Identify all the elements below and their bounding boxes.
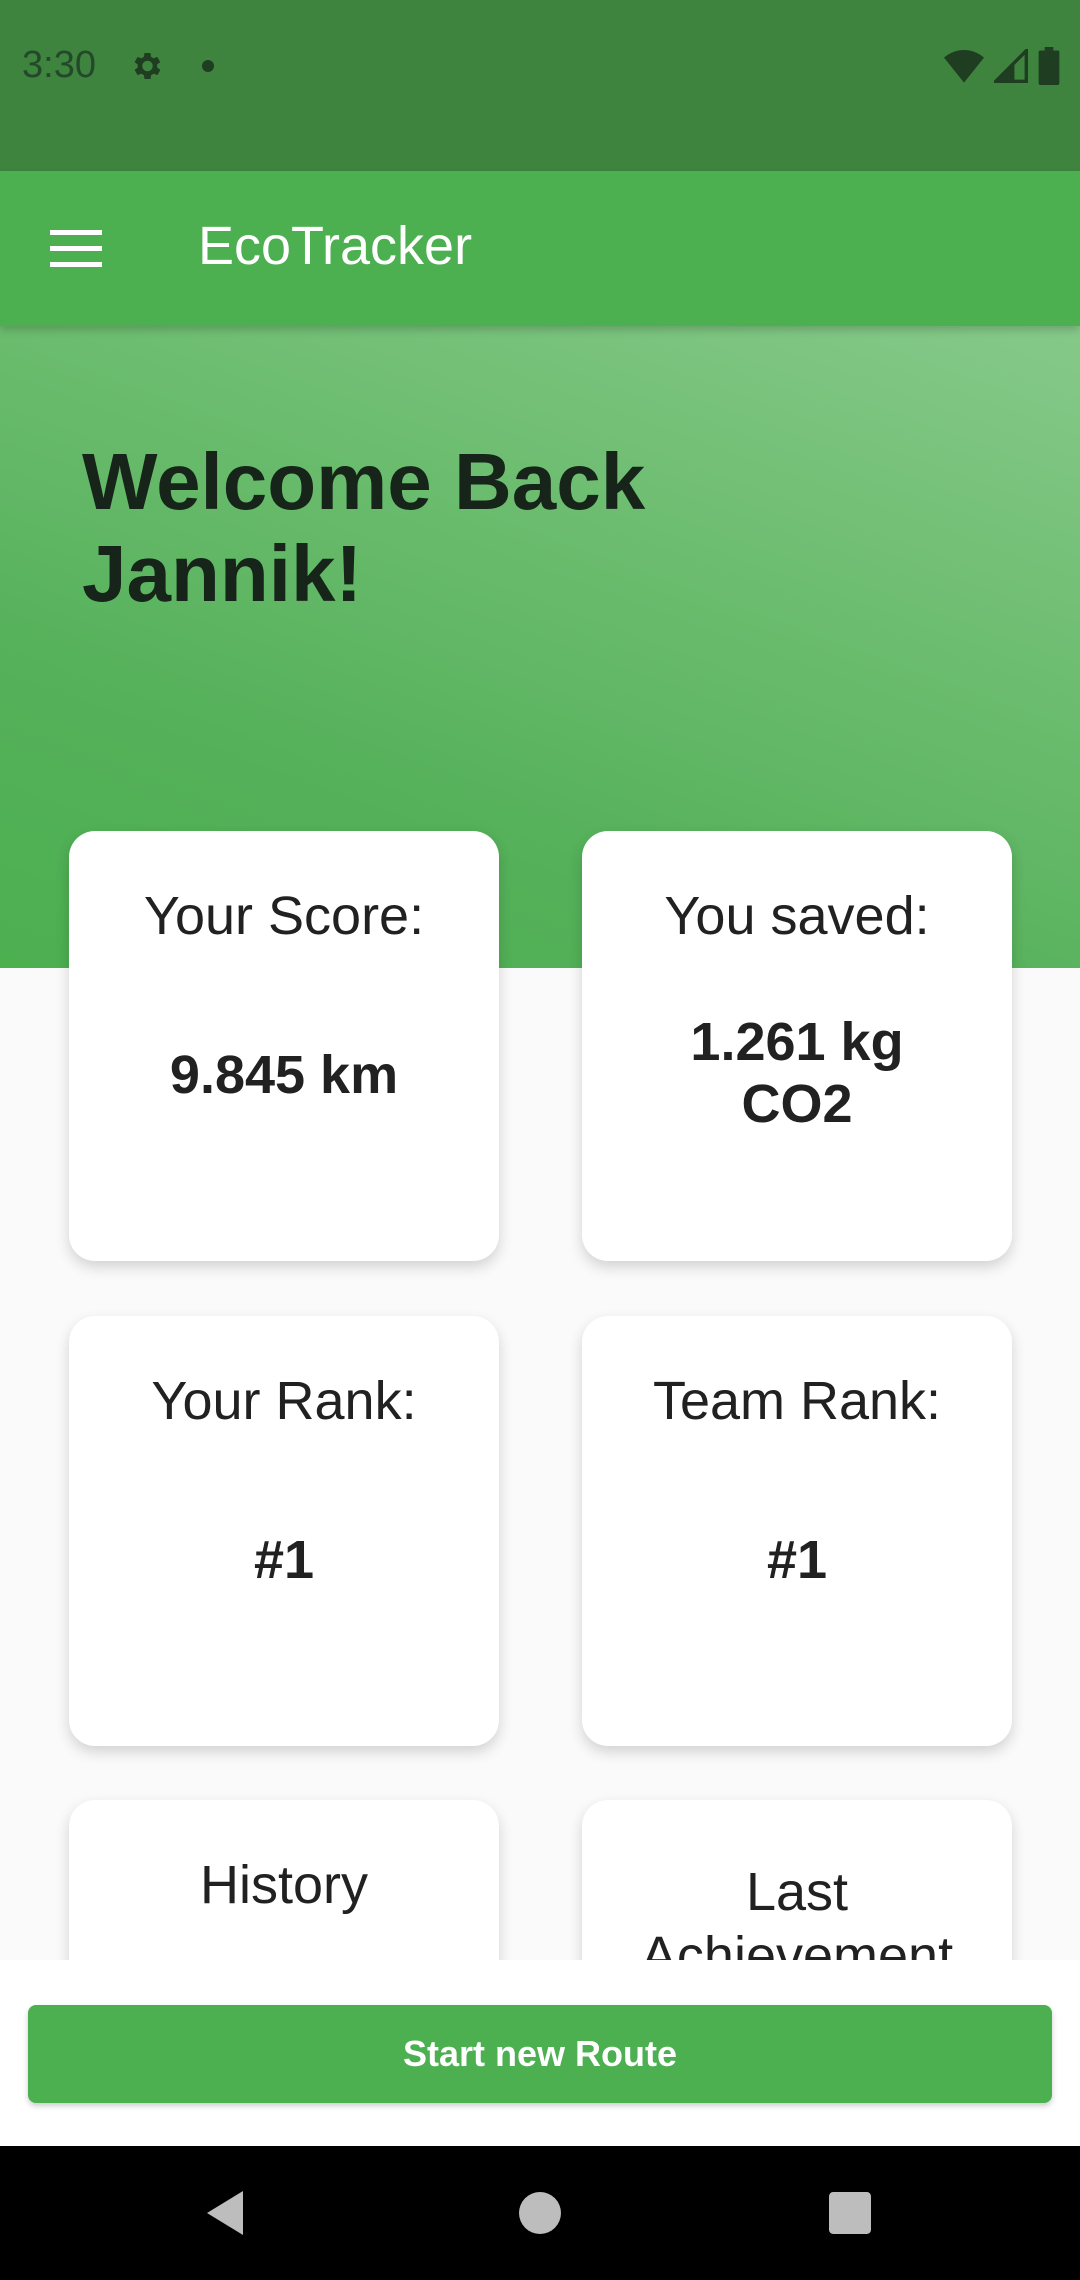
welcome-line-1: Welcome Back — [82, 437, 646, 526]
co2-saved-value: 1.261 kg CO2 — [582, 1011, 1012, 1135]
rank-card[interactable]: Your Rank: #1 — [69, 1316, 499, 1746]
back-button[interactable] — [190, 2178, 260, 2248]
co2-saved-amount: 1.261 kg — [690, 1012, 904, 1072]
co2-saved-label: You saved: — [664, 886, 930, 946]
team-rank-label: Team Rank: — [652, 1371, 942, 1431]
history-label: History — [199, 1855, 368, 1915]
team-rank-value: #1 — [766, 1530, 828, 1590]
rank-label: Your Rank: — [151, 1371, 417, 1431]
status-bar: 3:30 — [0, 0, 1080, 171]
team-rank-card[interactable]: Team Rank: #1 — [582, 1316, 1012, 1746]
wifi-icon — [944, 50, 984, 83]
recents-button[interactable] — [815, 2178, 885, 2248]
status-icons — [944, 46, 1060, 86]
menu-button[interactable] — [38, 211, 114, 287]
home-icon — [519, 2192, 561, 2234]
notification-dot-icon — [202, 60, 214, 72]
last-achievement-line-1: Last — [745, 1862, 849, 1922]
score-value: 9.845 km — [169, 1045, 399, 1105]
home-button[interactable] — [505, 2178, 575, 2248]
app-bar: EcoTracker — [0, 171, 1080, 326]
app-title: EcoTracker — [198, 216, 473, 276]
recents-icon — [829, 2192, 871, 2234]
bottom-action-bar: Start new Route — [0, 1960, 1080, 2146]
welcome-user-name: Jannik! — [82, 529, 363, 618]
menu-icon — [50, 230, 102, 267]
co2-saved-unit: CO2 — [741, 1074, 853, 1134]
welcome-heading: Welcome Back Jannik! — [82, 436, 722, 620]
back-icon — [207, 2191, 243, 2235]
score-label: Your Score: — [143, 886, 425, 946]
status-time: 3:30 — [22, 44, 96, 86]
rank-value: #1 — [253, 1530, 315, 1590]
system-navigation-bar — [0, 2146, 1080, 2280]
co2-saved-card[interactable]: You saved: 1.261 kg CO2 — [582, 831, 1012, 1261]
score-card[interactable]: Your Score: 9.845 km — [69, 831, 499, 1261]
signal-icon — [994, 49, 1028, 83]
gear-icon — [134, 52, 161, 80]
battery-icon — [1038, 47, 1060, 85]
start-new-route-button[interactable]: Start new Route — [28, 2005, 1052, 2103]
